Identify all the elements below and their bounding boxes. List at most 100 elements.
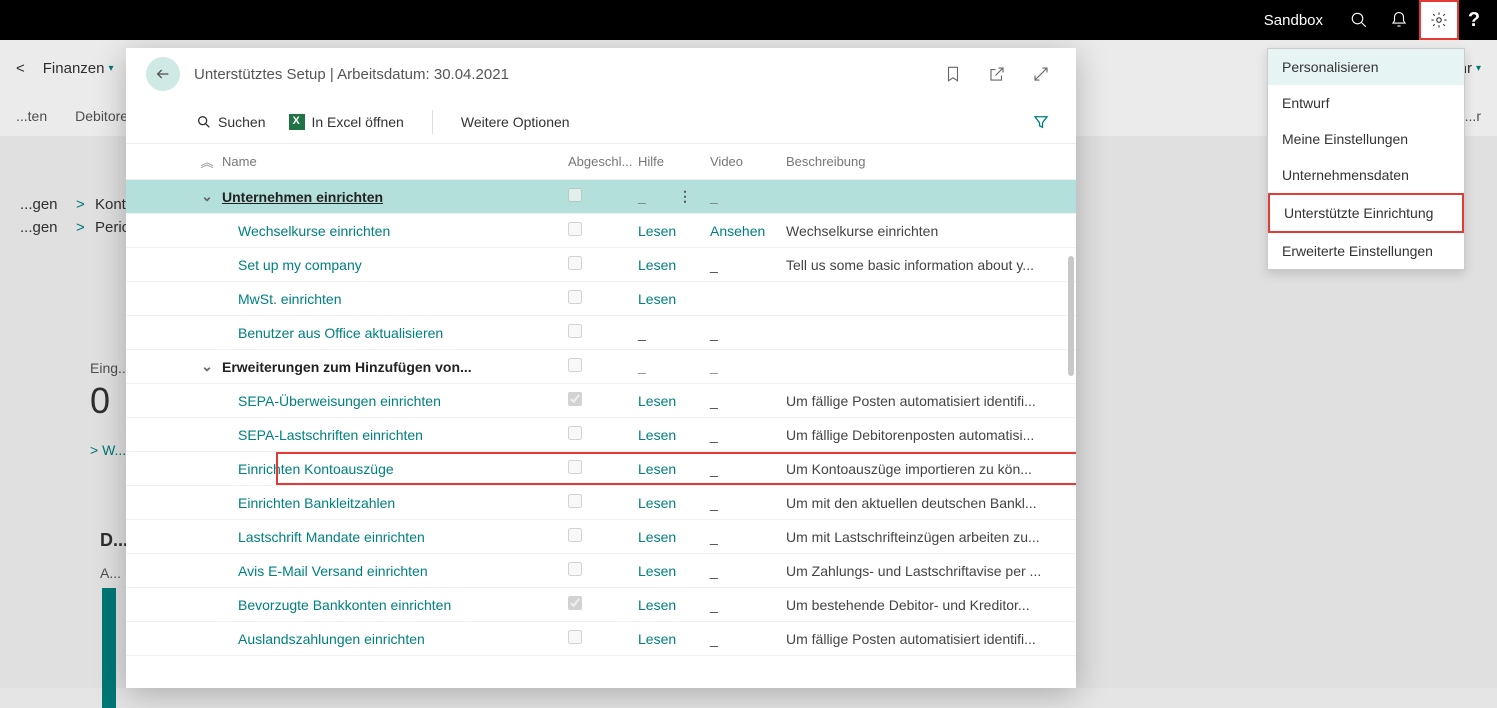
row-help-link: _ xyxy=(638,359,710,375)
nav-finanzen[interactable]: Finanzen▾ xyxy=(43,60,114,77)
table-row[interactable]: Set up my companyLesen_Tell us some basi… xyxy=(126,248,1076,282)
row-description: Wechselkurse einrichten xyxy=(786,223,1056,239)
table-row[interactable]: SEPA-Überweisungen einrichtenLesen_Um fä… xyxy=(126,384,1076,418)
dropdown-item[interactable]: Erweiterte Einstellungen xyxy=(1268,233,1464,269)
completed-checkbox xyxy=(568,426,582,440)
row-name[interactable]: Einrichten Bankleitzahlen xyxy=(222,495,568,511)
table-row[interactable]: Avis E-Mail Versand einrichtenLesen_Um Z… xyxy=(126,554,1076,588)
col-help[interactable]: Hilfe xyxy=(638,154,710,169)
row-video-link: _ xyxy=(710,393,786,409)
search-icon[interactable] xyxy=(1339,0,1379,40)
row-help-link[interactable]: Lesen xyxy=(638,597,710,613)
table-row[interactable]: Lastschrift Mandate einrichtenLesen_Um m… xyxy=(126,520,1076,554)
table-row[interactable]: SEPA-Lastschriften einrichten Lesen_Um fä… xyxy=(126,418,1076,452)
grid-body: ⌄Unternehmen einrichten__⋮Wechselkurse e… xyxy=(126,180,1076,688)
row-name[interactable]: Avis E-Mail Versand einrichten xyxy=(222,563,568,579)
row-help-link[interactable]: Lesen xyxy=(638,427,710,443)
scrollbar-thumb[interactable] xyxy=(1068,256,1074,376)
notifications-icon[interactable] xyxy=(1379,0,1419,40)
row-name[interactable]: MwSt. einrichten xyxy=(222,291,568,307)
table-row[interactable]: Benutzer aus Office aktualisieren__ xyxy=(126,316,1076,350)
tile-link[interactable]: > W... xyxy=(90,442,130,458)
row-name[interactable]: SEPA-Überweisungen einrichten xyxy=(222,393,568,409)
back-button[interactable] xyxy=(146,57,180,91)
row-description: Um bestehende Debitor- und Kreditor... xyxy=(786,597,1056,613)
group-row[interactable]: ⌄Unternehmen einrichten__⋮ xyxy=(126,180,1076,214)
completed-checkbox xyxy=(568,290,582,304)
search-button[interactable]: Suchen xyxy=(196,114,265,130)
row-help-link[interactable]: Lesen xyxy=(638,495,710,511)
grid-header: ︽ Name Abgeschl... Hilfe Video Beschreib… xyxy=(126,144,1076,180)
chevron-down-icon[interactable]: ⌄ xyxy=(192,188,222,205)
completed-checkbox xyxy=(568,494,582,508)
table-row[interactable]: Wechselkurse einrichtenLesenAnsehenWechs… xyxy=(126,214,1076,248)
table-row[interactable]: Bevorzugte Bankkonten einrichtenLesen_Um… xyxy=(126,588,1076,622)
chevron-down-icon[interactable]: ⌄ xyxy=(192,358,222,375)
dropdown-item[interactable]: Entwurf xyxy=(1268,85,1464,121)
row-name[interactable]: Wechselkurse einrichten xyxy=(222,223,568,239)
row-help-link[interactable]: Lesen xyxy=(638,223,710,239)
row-help-link: _ xyxy=(638,189,710,205)
row-name[interactable]: Benutzer aus Office aktualisieren xyxy=(222,325,568,341)
row-help-link[interactable]: Lesen xyxy=(638,393,710,409)
row-completed xyxy=(568,562,638,579)
popout-icon[interactable] xyxy=(982,59,1012,89)
row-completed xyxy=(568,460,638,477)
row-completed xyxy=(568,494,638,511)
row-name[interactable]: Unternehmen einrichten xyxy=(222,189,568,205)
dropdown-item[interactable]: Personalisieren xyxy=(1268,49,1464,85)
row-video-link: _ xyxy=(710,427,786,443)
row-name[interactable]: Bevorzugte Bankkonten einrichten xyxy=(222,597,568,613)
row-name[interactable]: Set up my company xyxy=(222,257,568,273)
row-help-link[interactable]: Lesen xyxy=(638,257,710,273)
row-completed xyxy=(568,392,638,409)
row-completed xyxy=(568,630,638,647)
col-name[interactable]: Name xyxy=(222,154,568,169)
more-options-button[interactable]: Weitere Optionen xyxy=(461,114,570,130)
tile-label: Eing... xyxy=(90,360,130,376)
row-help-link[interactable]: Lesen xyxy=(638,631,710,647)
completed-checkbox xyxy=(568,358,582,372)
row-name[interactable]: SEPA-Lastschriften einrichten xyxy=(222,427,568,443)
expand-icon[interactable] xyxy=(1026,59,1056,89)
col-desc[interactable]: Beschreibung xyxy=(786,154,1056,169)
row-name[interactable]: Lastschrift Mandate einrichten xyxy=(222,529,568,545)
row-name[interactable]: Einrichten Kontoauszüge xyxy=(222,461,568,477)
row-video-link: _ xyxy=(710,189,786,205)
row-video-link[interactable]: Ansehen xyxy=(710,223,786,239)
row-completed xyxy=(568,188,638,205)
row-description: Um Zahlungs- und Lastschriftavise per ..… xyxy=(786,563,1056,579)
row-name[interactable]: Auslandszahlungen einrichten xyxy=(222,631,568,647)
row-completed xyxy=(568,222,638,239)
row-description: Tell us some basic information about y..… xyxy=(786,257,1056,273)
row-completed xyxy=(568,256,638,273)
row-name[interactable]: Erweiterungen zum Hinzufügen von... xyxy=(222,359,568,375)
table-row[interactable]: Einrichten BankleitzahlenLesen_Um mit de… xyxy=(126,486,1076,520)
col-done[interactable]: Abgeschl... xyxy=(568,154,638,169)
dropdown-item[interactable]: Meine Einstellungen xyxy=(1268,121,1464,157)
filter-icon[interactable] xyxy=(1026,107,1056,137)
table-row[interactable]: Einrichten KontoauszügeLesen_Um Kontoaus… xyxy=(126,452,1076,486)
row-description: Um fällige Debitorenposten automatisi... xyxy=(786,427,1056,443)
row-more-icon[interactable]: ⋮ xyxy=(678,188,692,205)
row-help-link[interactable]: Lesen xyxy=(638,291,710,307)
bookmark-icon[interactable] xyxy=(938,59,968,89)
row-description: Um fällige Posten automatisiert identifi… xyxy=(786,631,1056,647)
collapse-all-icon[interactable]: ︽ xyxy=(192,152,222,171)
dropdown-item[interactable]: Unterstützte Einrichtung xyxy=(1268,193,1464,233)
settings-icon[interactable] xyxy=(1419,0,1459,40)
excel-icon xyxy=(289,114,305,130)
row-help-link[interactable]: Lesen xyxy=(638,461,710,477)
completed-checkbox xyxy=(568,256,582,270)
row-help-link[interactable]: Lesen xyxy=(638,563,710,579)
dropdown-item[interactable]: Unternehmensdaten xyxy=(1268,157,1464,193)
help-icon[interactable]: ? xyxy=(1459,9,1489,32)
table-row[interactable]: MwSt. einrichten Lesen xyxy=(126,282,1076,316)
row-completed xyxy=(568,290,638,307)
completed-checkbox xyxy=(568,188,582,202)
table-row[interactable]: Auslandszahlungen einrichtenLesen_Um fäl… xyxy=(126,622,1076,656)
row-help-link[interactable]: Lesen xyxy=(638,529,710,545)
group-row[interactable]: ⌄Erweiterungen zum Hinzufügen von...__ xyxy=(126,350,1076,384)
open-in-excel-button[interactable]: In Excel öffnen xyxy=(289,114,403,130)
col-video[interactable]: Video xyxy=(710,154,786,169)
